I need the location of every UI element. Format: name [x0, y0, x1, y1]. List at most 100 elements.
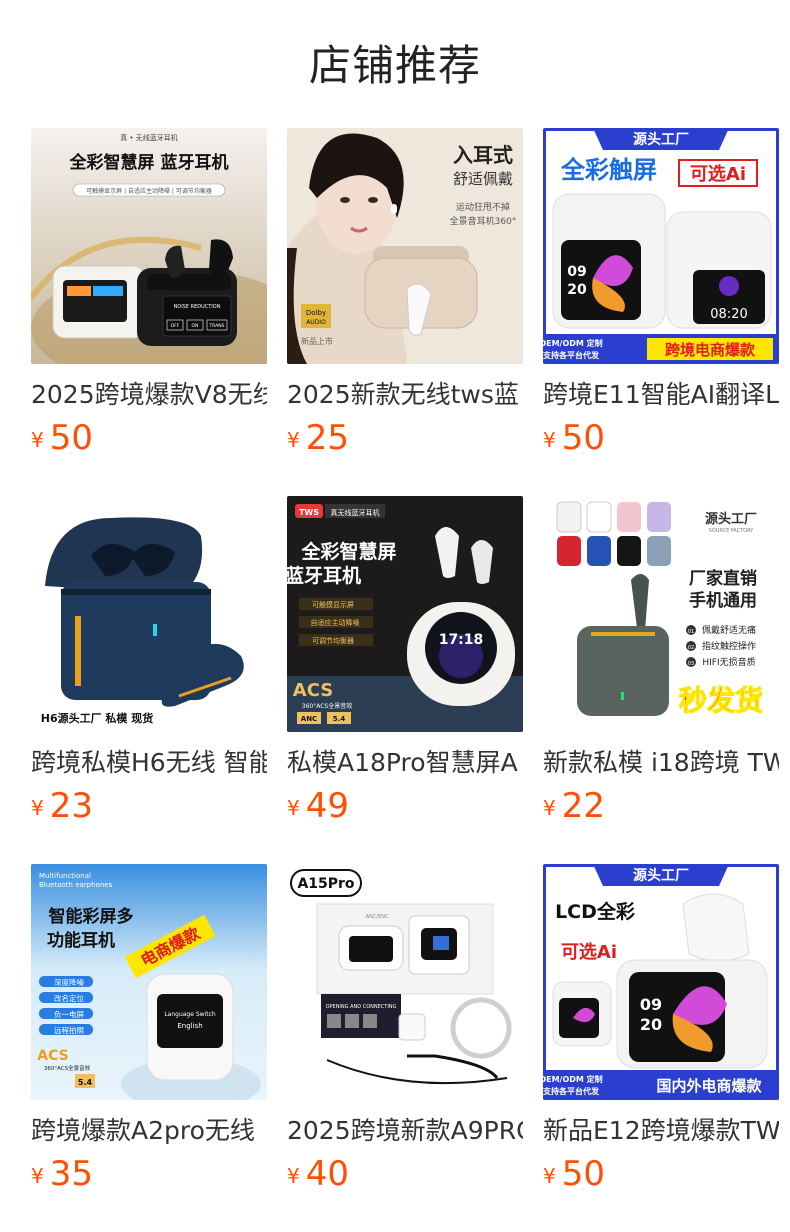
- product-image[interactable]: 源头工厂 SOURCE FACTORY 厂家直销 手机通用 01 佩戴舒适无痛 …: [543, 496, 779, 732]
- svg-text:厂家直销: 厂家直销: [689, 568, 757, 589]
- product-price: ¥23: [31, 786, 267, 832]
- product-name[interactable]: 跨境私模H6无线 智能: [31, 746, 267, 780]
- currency-symbol: ¥: [31, 1164, 44, 1188]
- svg-text:佩戴舒适无痛: 佩戴舒适无痛: [702, 624, 756, 636]
- product-card[interactable]: 源头工厂 LCD全彩 可选Ai 09 20 OEM/ODM 定制 支持各平台代发…: [543, 864, 779, 1200]
- currency-symbol: ¥: [287, 428, 300, 452]
- svg-text:TRANS: TRANS: [209, 323, 225, 329]
- product-price: ¥35: [31, 1154, 267, 1200]
- svg-text:NOISE REDUCTION: NOISE REDUCTION: [174, 304, 221, 310]
- svg-text:源头工厂: 源头工厂: [633, 131, 689, 148]
- svg-text:TWS: TWS: [299, 508, 319, 517]
- svg-text:可调节均衡器: 可调节均衡器: [312, 636, 354, 645]
- svg-text:OEM/ODM 定制: OEM/ODM 定制: [543, 338, 603, 348]
- svg-text:支持各平台代发: 支持各平台代发: [543, 1086, 600, 1096]
- svg-text:Dolby: Dolby: [306, 309, 326, 317]
- product-image[interactable]: 真 • 无线蓝牙耳机 全彩智慧屏 蓝牙耳机 可触摸显示屏 | 自适应主动降噪 |…: [31, 128, 267, 364]
- currency-symbol: ¥: [543, 428, 556, 452]
- svg-text:入耳式: 入耳式: [453, 143, 513, 167]
- svg-text:指纹触控操作: 指纹触控操作: [702, 640, 756, 652]
- product-card[interactable]: 入耳式 舒适佩戴 运动狂甩不掉 全景音耳机360° Dolby AUDIO 新品…: [287, 128, 523, 464]
- product-price: ¥22: [543, 786, 779, 832]
- svg-text:全景音耳机360°: 全景音耳机360°: [450, 215, 517, 227]
- svg-text:真 • 无线蓝牙耳机: 真 • 无线蓝牙耳机: [120, 133, 178, 142]
- product-card[interactable]: 源头工厂 SOURCE FACTORY 厂家直销 手机通用 01 佩戴舒适无痛 …: [543, 496, 779, 832]
- svg-text:源头工厂: 源头工厂: [633, 867, 689, 884]
- currency-symbol: ¥: [31, 796, 44, 820]
- currency-symbol: ¥: [287, 1164, 300, 1188]
- product-price: ¥50: [543, 418, 779, 464]
- svg-text:舒适佩戴: 舒适佩戴: [453, 170, 513, 188]
- svg-text:ACS: ACS: [37, 1048, 68, 1064]
- product-card[interactable]: TWS 真无线蓝牙耳机 全彩智慧屏 蓝牙耳机 可触摸显示屏 自适应主动降噪 可调…: [287, 496, 523, 832]
- svg-text:ANC: ANC: [301, 715, 317, 723]
- svg-text:全彩智慧屏: 全彩智慧屏: [300, 540, 396, 563]
- product-name[interactable]: 跨境E11智能AI翻译L: [543, 378, 779, 412]
- svg-text:Bluetooth earphones: Bluetooth earphones: [39, 881, 113, 889]
- product-image[interactable]: Multifunctional Bluetooth earphones 智能彩屏…: [31, 864, 267, 1100]
- svg-text:English: English: [177, 1022, 202, 1030]
- product-price: ¥49: [287, 786, 523, 832]
- product-card[interactable]: A15Pro ANC/ENC OPENING AND CONNECTING 20…: [287, 864, 523, 1200]
- svg-text:蓝牙耳机: 蓝牙耳机: [287, 564, 361, 587]
- svg-text:全彩智慧屏 蓝牙耳机: 全彩智慧屏 蓝牙耳机: [69, 152, 229, 173]
- svg-text:OEM/ODM 定制: OEM/ODM 定制: [543, 1074, 603, 1084]
- svg-text:新品上市: 新品上市: [301, 336, 333, 346]
- product-name[interactable]: 新品E12跨境爆款TW: [543, 1114, 779, 1148]
- product-image[interactable]: H6源头工厂 私模 现货: [31, 496, 267, 732]
- svg-text:03: 03: [688, 661, 694, 667]
- product-image[interactable]: A15Pro ANC/ENC OPENING AND CONNECTING: [287, 864, 523, 1100]
- product-price: ¥40: [287, 1154, 523, 1200]
- product-name[interactable]: 2025跨境爆款V8无线: [31, 378, 267, 412]
- svg-text:远程拍照: 远程拍照: [54, 1025, 84, 1035]
- svg-text:深度降噪: 深度降噪: [54, 977, 84, 987]
- product-price: ¥25: [287, 418, 523, 464]
- svg-text:5.4: 5.4: [333, 715, 346, 723]
- svg-text:可选Ai: 可选Ai: [690, 164, 746, 185]
- product-card[interactable]: H6源头工厂 私模 现货 跨境私模H6无线 智能 ¥23: [31, 496, 267, 832]
- currency-symbol: ¥: [543, 1164, 556, 1188]
- svg-text:秒发货: 秒发货: [679, 684, 763, 717]
- svg-text:负一电屏: 负一电屏: [54, 1009, 84, 1019]
- currency-symbol: ¥: [543, 796, 556, 820]
- svg-text:09: 09: [567, 264, 586, 280]
- svg-text:02: 02: [688, 645, 694, 651]
- price-value: 22: [561, 786, 605, 826]
- price-value: 49: [305, 786, 349, 826]
- svg-text:OPENING AND CONNECTING: OPENING AND CONNECTING: [326, 1004, 397, 1010]
- svg-text:改名定位: 改名定位: [54, 993, 84, 1003]
- svg-text:运动狂甩不掉: 运动狂甩不掉: [456, 201, 510, 213]
- product-price: ¥50: [31, 418, 267, 464]
- product-name[interactable]: 跨境爆款A2pro无线: [31, 1114, 267, 1148]
- svg-text:智能彩屏多: 智能彩屏多: [49, 906, 134, 927]
- svg-text:自适应主动降噪: 自适应主动降噪: [311, 618, 360, 627]
- product-image[interactable]: 入耳式 舒适佩戴 运动狂甩不掉 全景音耳机360° Dolby AUDIO 新品…: [287, 128, 523, 364]
- svg-text:ACS: ACS: [293, 680, 333, 701]
- svg-text:可触摸显示屏 | 自适应主动降噪 | 可调节均衡器: 可触摸显示屏 | 自适应主动降噪 | 可调节均衡器: [86, 187, 212, 195]
- svg-text:支持各平台代发: 支持各平台代发: [543, 350, 600, 360]
- svg-text:跨境电商爆款: 跨境电商爆款: [665, 341, 756, 359]
- svg-text:01: 01: [688, 629, 694, 635]
- svg-text:HIFI无损音质: HIFI无损音质: [702, 656, 755, 668]
- product-name[interactable]: 私模A18Pro智慧屏A: [287, 746, 523, 780]
- product-image[interactable]: TWS 真无线蓝牙耳机 全彩智慧屏 蓝牙耳机 可触摸显示屏 自适应主动降噪 可调…: [287, 496, 523, 732]
- product-card[interactable]: 真 • 无线蓝牙耳机 全彩智慧屏 蓝牙耳机 可触摸显示屏 | 自适应主动降噪 |…: [31, 128, 267, 464]
- product-card[interactable]: Multifunctional Bluetooth earphones 智能彩屏…: [31, 864, 267, 1200]
- product-name[interactable]: 新款私模 i18跨境 TW: [543, 746, 779, 780]
- svg-text:SOURCE FACTORY: SOURCE FACTORY: [709, 528, 755, 534]
- svg-text:全彩触屏: 全彩触屏: [560, 156, 657, 184]
- svg-text:H6源头工厂 私模 现货: H6源头工厂 私模 现货: [41, 711, 154, 725]
- svg-text:可触摸显示屏: 可触摸显示屏: [312, 600, 354, 609]
- product-card[interactable]: 源头工厂 全彩触屏 可选Ai 09 20 08:20 OEM/ODM 定制 支持…: [543, 128, 779, 464]
- page-title: 店铺推荐: [308, 41, 481, 90]
- product-image[interactable]: 源头工厂 LCD全彩 可选Ai 09 20 OEM/ODM 定制 支持各平台代发…: [543, 864, 779, 1100]
- svg-text:5.4: 5.4: [78, 1078, 93, 1087]
- currency-symbol: ¥: [287, 796, 300, 820]
- product-image[interactable]: 源头工厂 全彩触屏 可选Ai 09 20 08:20 OEM/ODM 定制 支持…: [543, 128, 779, 364]
- product-name[interactable]: 2025跨境新款A9PRO: [287, 1114, 523, 1148]
- svg-text:ANC/ENC: ANC/ENC: [366, 914, 389, 920]
- product-name[interactable]: 2025新款无线tws蓝: [287, 378, 523, 412]
- price-value: 23: [49, 786, 93, 826]
- currency-symbol: ¥: [31, 428, 44, 452]
- svg-text:360°ACS全景音效: 360°ACS全景音效: [44, 1064, 91, 1072]
